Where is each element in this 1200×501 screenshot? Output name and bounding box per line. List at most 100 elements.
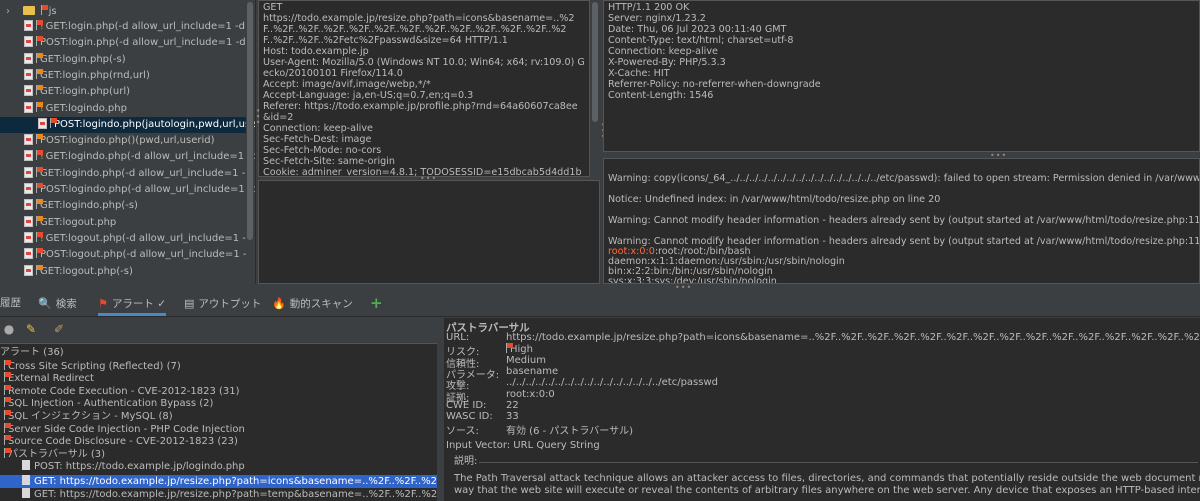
tree-node[interactable]: POST:logout.php(-d allow_url_include=1 -… [0,247,255,263]
detail-field-value[interactable]: 33 [506,411,519,422]
flag-icon [36,134,43,145]
tab-history[interactable]: 履歴 [0,291,21,316]
detail-field-value[interactable]: ../../../../../../../../../../../../../.… [506,377,718,388]
tree-node[interactable]: GET:logout.php [0,215,246,231]
alert-instance[interactable]: GET: https://todo.example.jp/resize.php?… [0,487,437,501]
tree-node[interactable]: GET:login.php(rnd,url) [0,68,246,84]
alerts-root-label: アラート (36) [0,347,64,358]
detail-field-label: CWE ID: [446,399,487,411]
flag-icon [36,199,43,210]
tab-alerts[interactable]: ⚑ アラート ✓ [98,291,167,316]
request-body-pane[interactable] [258,180,600,284]
response-header-text[interactable]: HTTP/1.1 200 OK Server: nginx/1.23.2 Dat… [604,1,1199,102]
alert-category-label: パストラバーサル (3) [8,448,106,460]
split-divider[interactable] [437,318,444,501]
tree-node[interactable]: ! GET:logout.php(-d allow_url_include=1 -… [0,231,252,247]
tree-scrollbar[interactable] [246,0,254,284]
detail-field-value[interactable]: Medium [506,355,546,366]
broom-icon[interactable]: ✐ [50,318,68,340]
flag-icon [506,343,513,354]
alert-category[interactable]: SQL Injection - Authentication Bypass (2… [0,397,437,410]
detail-field-text: 有効 (6 - パストラバーサル) [506,426,634,438]
tree-folder-label: js [48,6,57,17]
tab-active-scan[interactable]: 🔥 動的スキャン [272,291,353,316]
description-box[interactable]: 説明: The Path Traversal attack technique … [452,456,1200,501]
flag-icon [36,215,43,226]
alert-category[interactable]: Source Code Disclosure - CVE-2012-1823 (… [0,435,437,448]
tree-node[interactable]: POST:logindo.php(jautologin,pwd,url,use [0,116,255,133]
alert-instance[interactable]: GET: https://todo.example.jp/resize.php?… [0,475,437,488]
request-header-text[interactable]: GET https://todo.example.jp/resize.php?p… [259,1,589,176]
alert-category[interactable]: Server Side Code Injection - PHP Code In… [0,422,437,436]
detail-field-value[interactable]: root:x:0:0 [506,389,555,400]
tab-search[interactable]: 🔍 検索 [38,291,77,316]
alert-instance[interactable]: POST: https://todo.example.jp/logindo.ph… [0,460,437,473]
gear-icon[interactable]: ● [0,318,18,340]
detail-field-value[interactable]: 有効 (6 - パストラバーサル) [506,422,633,437]
detail-field-value[interactable]: High [506,343,533,355]
alert-category-label: External Redirect [8,373,94,385]
request-header-pane[interactable]: GET https://todo.example.jp/resize.php?p… [258,0,590,177]
response-body-line: Warning: copy(icons/_64_../../../../../.… [608,173,1200,184]
document-icon [22,460,30,471]
detail-field-value[interactable]: 22 [506,400,519,411]
response-header-pane[interactable]: HTTP/1.1 200 OK Server: nginx/1.23.2 Dat… [603,0,1200,152]
tree-node-label: GET:login.php(-d allow_url_include=1 -d … [45,21,256,32]
tab-label: アウトプット [198,298,262,310]
tree-node[interactable]: POST:login.php(-d allow_url_include=1 -d… [0,35,255,51]
tree-node[interactable]: GET:logindo.php(-d allow_url_include=1 -… [0,166,255,182]
alert-category[interactable]: パストラバーサル (3) [0,447,437,461]
tree-node[interactable]: POST:logindo.php()(pwd,url,userid) [0,133,246,149]
alert-category-label: Cross Site Scripting (Reflected) (7) [8,360,181,372]
alert-category[interactable]: External Redirect [0,372,437,385]
description-line: way that the web site will execute or re… [454,485,1200,496]
tab-label: 検索 [55,298,77,310]
input-vector: Input Vector: URL Query String [446,440,600,451]
alert-category[interactable]: Remote Code Execution - CVE-2012-1823 (3… [0,384,437,398]
edit-pencil-icon[interactable]: ✎ [22,318,40,340]
flag-icon [4,422,11,433]
alerts-root[interactable]: アラート (36) [0,347,437,360]
fire-icon: 🔥 [272,297,286,310]
tree-node-label: GET:login.php(-s) [40,53,126,65]
tree-folder-js[interactable]: › js [0,4,246,20]
tree-node[interactable]: GET:login.php(url) [0,84,246,100]
detail-field-value[interactable]: https://todo.example.jp/resize.php?path=… [506,332,1200,343]
add-tab-button[interactable]: + [370,291,383,316]
alerts-tree[interactable]: アラート (36) Cross Site Scripting (Reflecte… [0,343,437,501]
document-icon [22,475,30,485]
tree-node[interactable]: ! GET:login.php(-d allow_url_include=1 -d… [0,19,255,35]
alert-category-label: Server Side Code Injection - PHP Code In… [8,423,245,435]
tree-node-label: GET:login.php(rnd,url) [40,69,150,81]
tree-node[interactable]: GET:login.php(-s) [0,52,246,68]
sites-tree[interactable]: › js ! GET:login.php(-d allow_url_include… [0,0,256,284]
request-scrollbar[interactable] [590,0,600,177]
tree-node[interactable]: ! GET:logindo.php [0,101,246,117]
split-grip-icon[interactable]: ••• [253,108,262,125]
detail-field-value[interactable]: basename [506,366,558,377]
flag-icon [36,85,43,96]
response-body-line: Notice: Undefined index: in /var/www/htm… [608,194,941,205]
flag-icon [36,248,43,259]
alert-category[interactable]: Cross Site Scripting (Reflected) (7) [0,359,437,373]
flag-icon [36,166,43,177]
tree-node[interactable]: GET:logindo.php(-s) [0,198,246,214]
tree-node[interactable]: POST:logindo.php(-d allow_url_include=1 … [0,182,255,198]
alert-instance-label: GET: https://todo.example.jp/resize.php?… [34,476,437,487]
request-scrollbar-thumb[interactable] [592,2,598,122]
tree-node-label: GET:logout.php(-d allow_url_include=1 -d [45,232,253,244]
tree-node[interactable]: GET:logout.php(-s) [0,264,246,280]
flag-icon: ⚑ [98,297,108,310]
tree-node-label: GET:logindo.php [45,102,127,114]
response-body-pane[interactable]: Warning: copy(icons/_64_../../../../../.… [603,158,1200,284]
alert-category[interactable]: SQL インジェクション - MySQL (8) [0,410,437,423]
chevron-right-icon[interactable]: › [6,4,20,20]
tree-node[interactable]: ! GET:logindo.php(-d allow_url_include=1 … [0,149,255,165]
tab-output[interactable]: ▤ アウトプット [184,291,261,316]
flag-icon [4,372,11,383]
flag-icon [4,447,11,458]
flag-icon [36,264,43,275]
tree-node-label: POST:logindo.php(-d allow_url_include=1 … [40,184,256,195]
detail-field-text: basename [506,365,559,377]
search-icon: 🔍 [38,297,52,310]
